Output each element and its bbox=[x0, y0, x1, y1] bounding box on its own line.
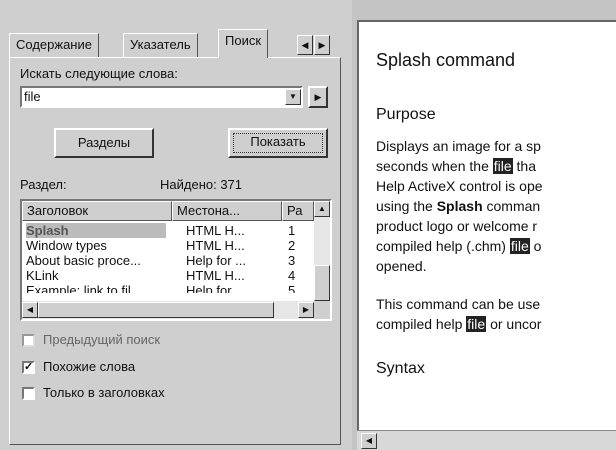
tab-scroll-right-icon[interactable]: ▶ bbox=[314, 35, 330, 55]
topic-content[interactable]: Splash command Purpose Displays an image… bbox=[357, 20, 616, 430]
result-title: KLink bbox=[26, 268, 59, 283]
previous-search-label: Предыдущий поиск bbox=[43, 332, 161, 347]
result-rank: 2 bbox=[288, 238, 296, 253]
table-row[interactable]: Example: link to fil... Help for ... 5 bbox=[22, 283, 314, 293]
result-location: HTML H... bbox=[186, 268, 245, 283]
scroll-right-icon[interactable]: ▶ bbox=[298, 302, 314, 318]
similar-words-label: Похожие слова bbox=[43, 359, 136, 374]
table-row[interactable]: KLink HTML H... 4 bbox=[22, 268, 314, 283]
result-rank: 4 bbox=[288, 268, 296, 283]
text-line: Displays an image for a sp bbox=[376, 138, 541, 154]
table-row[interactable]: About basic proce... Help for ... 3 bbox=[22, 253, 314, 268]
scroll-left-icon[interactable]: ◀ bbox=[361, 433, 377, 449]
text-line: opened. bbox=[376, 258, 427, 274]
similar-words-checkbox[interactable]: ✓ bbox=[22, 361, 35, 374]
syntax-heading: Syntax bbox=[376, 360, 425, 377]
purpose-heading: Purpose bbox=[376, 106, 436, 123]
text-line: using the Splash comman bbox=[376, 198, 541, 214]
topic-title: Splash command bbox=[376, 50, 516, 70]
chevron-down-icon[interactable]: ▼ bbox=[285, 89, 301, 105]
result-rank: 1 bbox=[288, 223, 296, 238]
results-horizontal-scrollbar[interactable]: ◀ ▶ bbox=[22, 301, 314, 319]
tab-search[interactable]: Поиск bbox=[218, 29, 269, 58]
result-title: About basic proce... bbox=[26, 253, 141, 268]
scroll-corner bbox=[314, 301, 330, 319]
list-topics-button[interactable]: Разделы bbox=[54, 128, 154, 158]
text-line: seconds when the file tha bbox=[376, 158, 537, 174]
tab-contents[interactable]: Содержание bbox=[9, 33, 99, 57]
result-location: Help for ... bbox=[186, 283, 246, 293]
column-header-rank[interactable]: Ра bbox=[282, 201, 314, 221]
search-input-value: file bbox=[24, 89, 41, 104]
search-hit: file bbox=[492, 158, 513, 174]
result-rank: 3 bbox=[288, 253, 296, 268]
navigation-pane: Содержание Указатель Поиск ◀ ▶ Искать сл… bbox=[0, 0, 352, 450]
topic-horizontal-scrollbar[interactable]: ◀ bbox=[357, 430, 616, 450]
horizontal-scroll-thumb[interactable] bbox=[38, 302, 274, 318]
titles-only-label: Только в заголовках bbox=[43, 385, 165, 400]
result-rank: 5 bbox=[288, 283, 296, 293]
search-hit: file bbox=[466, 316, 487, 332]
tab-index[interactable]: Указатель bbox=[123, 33, 198, 57]
titles-only-checkbox[interactable] bbox=[22, 387, 35, 400]
tab-contents-label: Содержание bbox=[16, 37, 92, 52]
keyword: Splash bbox=[436, 198, 483, 214]
result-location: HTML H... bbox=[186, 223, 245, 238]
scroll-thumb[interactable] bbox=[314, 265, 330, 301]
search-hit: file bbox=[509, 238, 530, 254]
result-location: HTML H... bbox=[186, 238, 245, 253]
result-title: Splash bbox=[26, 223, 166, 238]
results-vertical-scrollbar[interactable]: ▲ bbox=[314, 201, 330, 301]
tab-scroll-left-icon[interactable]: ◀ bbox=[297, 35, 313, 55]
results-list[interactable]: Заголовок Местона... Ра Splash HTML H...… bbox=[20, 199, 332, 321]
tab-search-label: Поиск bbox=[225, 33, 262, 48]
previous-search-checkbox[interactable] bbox=[22, 334, 35, 347]
text-line: Help ActiveX control is ope bbox=[376, 178, 543, 194]
text-line: compiled help (.chm) file o bbox=[376, 238, 542, 254]
found-count: Найдено: 371 bbox=[160, 177, 243, 192]
section-label: Раздел: bbox=[20, 177, 67, 192]
scroll-up-icon[interactable]: ▲ bbox=[314, 201, 330, 217]
scroll-left-icon[interactable]: ◀ bbox=[22, 302, 38, 318]
result-title: Window types bbox=[26, 238, 107, 253]
purpose-paragraph: Displays an image for a sp seconds when … bbox=[376, 136, 543, 276]
text-line: product logo or welcome r bbox=[376, 218, 538, 234]
table-row[interactable]: Window types HTML H... 2 bbox=[22, 238, 314, 253]
display-button[interactable]: Показать bbox=[228, 128, 328, 158]
search-input[interactable]: file ▼ bbox=[20, 86, 303, 108]
list-topics-arrow-button[interactable]: ▶ bbox=[308, 86, 328, 108]
search-prompt-label: Искать следующие слова: bbox=[20, 66, 178, 81]
result-location: Help for ... bbox=[186, 253, 246, 268]
tab-index-label: Указатель bbox=[130, 37, 191, 52]
text-line: This command can be use bbox=[376, 296, 541, 312]
column-header-location[interactable]: Местона... bbox=[172, 201, 282, 221]
usage-paragraph: This command can be use compiled help fi… bbox=[376, 294, 541, 334]
column-header-title[interactable]: Заголовок bbox=[22, 201, 172, 221]
result-title: Example: link to fil... bbox=[26, 283, 142, 293]
text-line: compiled help file or uncor bbox=[376, 316, 542, 332]
table-row[interactable]: Splash HTML H... 1 bbox=[22, 223, 314, 238]
